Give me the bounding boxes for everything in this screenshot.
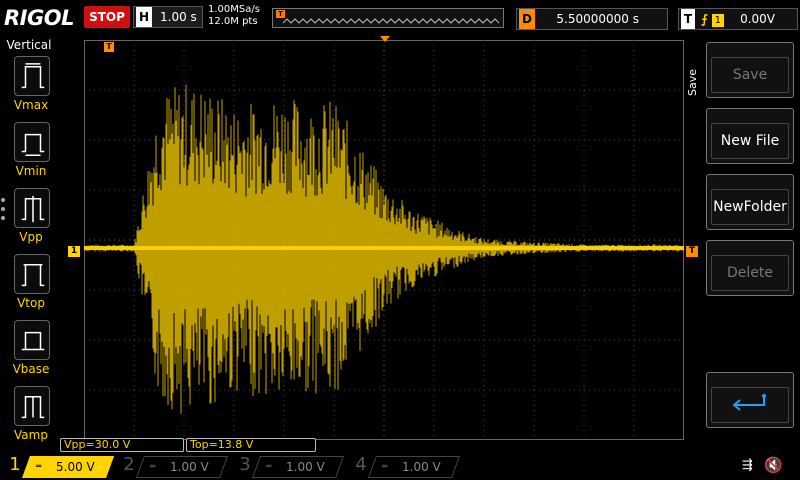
channel-scale-value: 5.00 V	[56, 460, 95, 474]
vtop-icon	[21, 263, 45, 287]
memory-waveform-preview	[282, 18, 500, 24]
channel-scale-value: 1.00 V	[286, 460, 325, 474]
measure-vmax-label: Vmax	[13, 98, 49, 112]
trigger-label: T	[681, 9, 695, 29]
timebase-label: H	[136, 7, 152, 27]
waveform-display[interactable]	[84, 40, 684, 440]
return-button[interactable]	[706, 372, 794, 428]
acquisition-info: 1.00MSa/s 12.0M pts	[208, 4, 278, 28]
vmax-icon	[21, 63, 45, 89]
measure-vpp-label: Vpp	[19, 230, 43, 244]
measure-vtop-label: Vtop	[17, 296, 45, 310]
sample-rate: 1.00MSa/s	[208, 4, 260, 15]
vpp-readout: Vpp=30.0 V	[60, 438, 184, 452]
save-button[interactable]: Save	[706, 42, 794, 98]
trigger-position-marker[interactable]: T	[104, 42, 114, 52]
dc-coupling-icon: ═	[150, 462, 156, 472]
button-label: Save	[711, 57, 789, 93]
button-label: Delete	[711, 255, 789, 291]
usb-icon: ⇶	[742, 458, 753, 473]
ch1-waveform	[84, 84, 684, 414]
ch1-offset-marker[interactable]: 1	[68, 246, 80, 257]
channel-scale-value: 1.00 V	[170, 460, 209, 474]
button-label: NewFolder	[711, 189, 789, 225]
channel-scale-value: 1.00 V	[402, 460, 441, 474]
trigger-center-indicator	[380, 36, 390, 42]
trigger-source: 1	[711, 14, 724, 27]
channel-2-control[interactable]: 2 ═ 1.00 V	[118, 454, 229, 478]
rising-edge-icon: ⨍	[701, 12, 708, 26]
memory-depth: 12.0M pts	[208, 16, 258, 27]
measure-vamp-button[interactable]	[14, 386, 50, 426]
channel-1-control[interactable]: 1 ═ 5.00 V	[4, 454, 115, 478]
top-readout: Top=13.8 V	[186, 438, 316, 452]
run-stop-status[interactable]: STOP	[84, 6, 130, 28]
vpp-icon	[21, 195, 45, 223]
trigger-level: 0.00V	[740, 12, 775, 26]
channel-4-control[interactable]: 4 ═ 1.00 V	[350, 454, 461, 478]
delete-button[interactable]: Delete	[706, 240, 794, 296]
measure-vbase-label: Vbase	[12, 362, 50, 376]
dc-coupling-icon: ═	[382, 462, 388, 472]
vamp-icon	[21, 395, 45, 419]
trigger-level-marker[interactable]: T	[686, 246, 698, 257]
horizontal-delay[interactable]: D 5.50000000 s	[516, 8, 668, 30]
measure-vbase-button[interactable]	[14, 320, 50, 360]
rigol-logo: RIGOL	[4, 6, 74, 30]
delay-label: D	[519, 9, 535, 29]
vbase-icon	[21, 331, 45, 351]
measurement-category-title: Vertical	[6, 38, 52, 52]
measure-vmin-label: Vmin	[15, 164, 47, 178]
page-dots-icon[interactable]	[1, 198, 7, 225]
measure-vmin-button[interactable]	[14, 122, 50, 162]
return-arrow-icon	[732, 394, 766, 411]
measure-vmax-button[interactable]	[14, 56, 50, 96]
dc-coupling-icon: ═	[36, 462, 42, 472]
timebase-value: 1.00 s	[160, 10, 197, 24]
dc-coupling-icon: ═	[266, 462, 272, 472]
memory-position-bar: T	[272, 8, 504, 28]
delay-value: 5.50000000 s	[556, 12, 639, 26]
measure-vamp-label: Vamp	[14, 428, 48, 442]
vmin-icon	[21, 133, 45, 156]
save-menu-title: Save	[686, 68, 699, 96]
measure-vpp-button[interactable]	[14, 188, 50, 228]
trigger-settings[interactable]: T ⨍ 1 0.00V	[678, 8, 798, 30]
channel-3-control[interactable]: 3 ═ 1.00 V	[234, 454, 345, 478]
horizontal-timebase[interactable]: H 1.00 s	[133, 6, 203, 28]
mute-icon[interactable]: 🔇	[764, 456, 783, 474]
button-label: New File	[711, 123, 789, 159]
new-file-button[interactable]: New File	[706, 108, 794, 164]
newfolder-button[interactable]: NewFolder	[706, 174, 794, 230]
measure-vtop-button[interactable]	[14, 254, 50, 294]
